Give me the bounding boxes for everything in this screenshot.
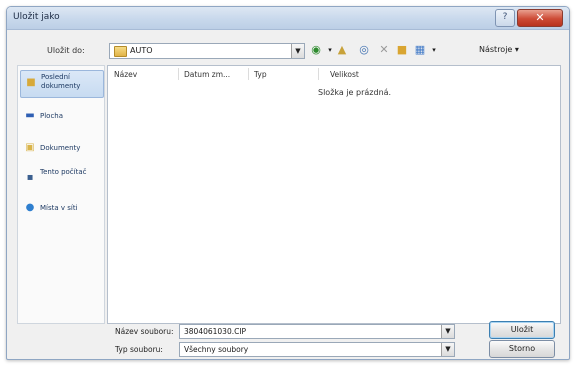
file-list[interactable]: Název Datum zm... Typ Velikost Složka je… [107, 65, 561, 324]
up-folder-icon[interactable]: ▲ [335, 43, 349, 57]
location-dropdown[interactable]: AUTO ▼ [109, 43, 305, 59]
column-header-type[interactable]: Typ [254, 70, 267, 79]
chevron-down-icon[interactable]: ▼ [441, 325, 454, 338]
filetype-value: Všechny soubory [184, 345, 249, 354]
filename-label: Název souboru: [115, 327, 174, 336]
help-button[interactable]: ? [495, 9, 515, 27]
place-computer[interactable]: ▪ Tento počítač [20, 166, 102, 192]
filetype-select[interactable]: Všechny soubory ▼ [179, 342, 455, 357]
column-divider[interactable] [248, 68, 249, 80]
place-desktop[interactable]: ▬ Plocha [20, 104, 102, 130]
desktop-icon: ▬ [25, 110, 35, 121]
chevron-down-icon[interactable]: ▼ [291, 44, 304, 58]
folder-icon [114, 46, 127, 57]
search-web-icon[interactable]: ◎ [357, 43, 371, 57]
save-button[interactable]: Uložit [489, 321, 555, 339]
dialog-title: Uložit jako [13, 12, 60, 22]
place-label: Tento počítač [40, 168, 87, 176]
column-header-name[interactable]: Název [114, 70, 137, 79]
views-icon[interactable]: ▦ [413, 43, 427, 57]
cancel-button[interactable]: Storno [489, 340, 555, 358]
documents-icon: ▣ [25, 142, 35, 153]
place-label: Plocha [40, 112, 64, 120]
save-in-label: Uložit do: [47, 46, 85, 55]
place-network[interactable]: ● Místa v síti [20, 196, 102, 222]
place-label: Poslední dokumenty [41, 73, 81, 90]
place-documents[interactable]: ▣ Dokumenty [20, 136, 102, 162]
tools-menu[interactable]: Nástroje ▾ [479, 45, 519, 54]
column-header-size[interactable]: Velikost [330, 70, 359, 79]
location-value: AUTO [130, 46, 153, 55]
column-divider[interactable] [178, 68, 179, 80]
views-dropdown-icon[interactable]: ▾ [427, 43, 441, 57]
places-bar: ■ Poslední dokumenty ▬ Plocha ▣ Dokument… [17, 65, 105, 324]
place-label: Místa v síti [40, 204, 78, 212]
place-label: Dokumenty [40, 144, 81, 152]
back-arrow-icon[interactable]: ◉ [309, 43, 323, 57]
recent-documents-icon: ■ [26, 77, 36, 88]
filename-input[interactable]: 3804061030.CIP ▼ [179, 324, 455, 339]
delete-icon[interactable]: ✕ [377, 43, 391, 57]
column-header-date[interactable]: Datum zm... [184, 70, 230, 79]
title-bar: Uložit jako ? ✕ [7, 7, 569, 30]
save-as-dialog: Uložit jako ? ✕ Uložit do: AUTO ▼ ◉ ▾ ▲ … [6, 6, 570, 360]
filename-value: 3804061030.CIP [184, 327, 247, 336]
column-divider[interactable] [318, 68, 319, 80]
computer-icon: ▪ [26, 172, 34, 183]
toolbar: Uložit do: AUTO ▼ ◉ ▾ ▲ ◎ ✕ ■ ▦ ▾ Nástro… [7, 31, 569, 63]
filetype-label: Typ souboru: [115, 345, 163, 354]
place-recent-documents[interactable]: ■ Poslední dokumenty [20, 70, 104, 98]
close-button[interactable]: ✕ [517, 9, 563, 27]
chevron-down-icon[interactable]: ▼ [441, 343, 454, 356]
new-folder-icon[interactable]: ■ [395, 43, 409, 57]
network-icon: ● [25, 202, 35, 213]
empty-folder-message: Složka je prázdná. [318, 88, 392, 97]
